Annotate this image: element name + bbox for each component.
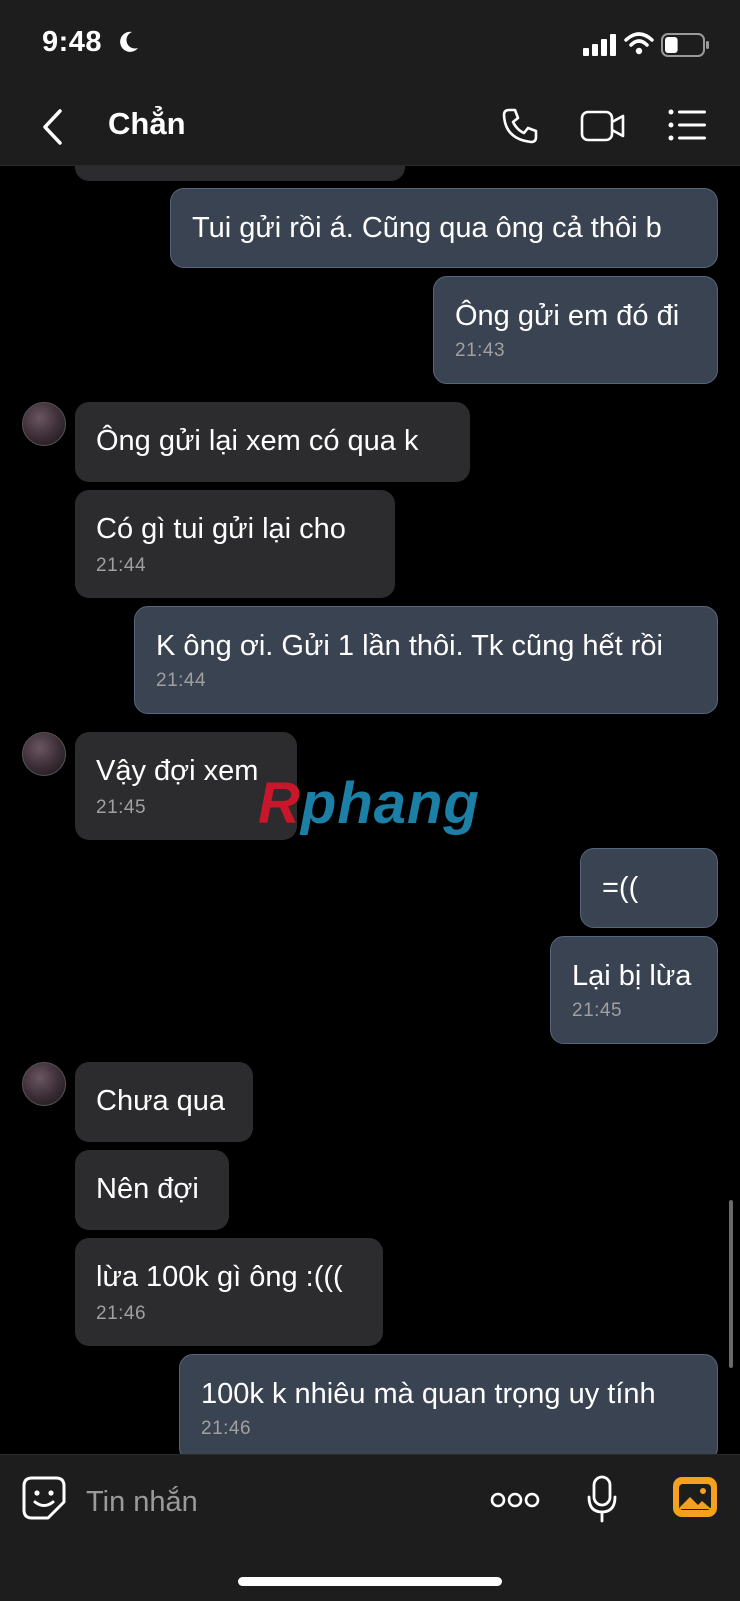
message-text: Ông gửi lại xem có qua k: [96, 425, 419, 457]
message-bubble-incoming[interactable]: Ông gửi lại xem có qua k: [75, 402, 470, 482]
message-text: lừa 100k gì ông :(((: [96, 1261, 343, 1293]
home-indicator[interactable]: [238, 1577, 502, 1586]
message-time: 21:46: [201, 1418, 252, 1439]
message-bubble-outgoing[interactable]: 100k k nhiêu mà quan trọng uy tính 21:46: [179, 1354, 718, 1454]
moon-icon: [118, 30, 140, 59]
watermark-logo: Rphang: [258, 771, 480, 836]
message-text: Tui gửi rồi á. Cũng qua ông cả thôi b: [192, 212, 662, 244]
message-composer: [0, 1454, 740, 1601]
microphone-icon[interactable]: [586, 1475, 618, 1528]
message-bubble-incoming[interactable]: lừa 100k gì ông :((( 21:46: [75, 1238, 383, 1346]
message-bubble-outgoing[interactable]: K ông ơi. Gửi 1 lần thôi. Tk cũng hết rồ…: [134, 606, 718, 714]
message-bubble-outgoing[interactable]: Tui gửi rồi á. Cũng qua ông cả thôi b: [170, 188, 718, 268]
message-bubble-outgoing[interactable]: =((: [580, 848, 718, 928]
message-text: 100k k nhiêu mà quan trọng uy tính: [201, 1378, 656, 1410]
message-text: Nên đợi: [96, 1173, 199, 1205]
contact-name[interactable]: Chẳn: [108, 106, 186, 142]
message-bubble-outgoing[interactable]: Ông gửi em đó đi 21:43: [433, 276, 718, 384]
message-text: Lại bị lừa: [572, 960, 692, 992]
scrollbar[interactable]: [729, 1200, 733, 1368]
photo-gallery-icon[interactable]: [672, 1475, 718, 1524]
message-text: =((: [602, 872, 639, 904]
message-input[interactable]: [84, 1477, 468, 1527]
more-dots-icon[interactable]: [490, 1491, 540, 1514]
message-text: K ông ơi. Gửi 1 lần thôi. Tk cũng hết rồ…: [156, 630, 663, 662]
message-text: Ông gửi em đó đi: [455, 300, 680, 332]
status-time: 9:48: [42, 26, 103, 58]
cellular-signal-icon: [583, 34, 617, 61]
message-time: 21:45: [96, 797, 147, 818]
message-time: 21:45: [572, 1000, 623, 1021]
message-text: Có gì tui gửi lại cho: [96, 513, 346, 545]
avatar[interactable]: [22, 732, 66, 776]
message-text: Vậy đợi xem: [96, 755, 259, 787]
avatar[interactable]: [22, 1062, 66, 1106]
message-time: 21:46: [96, 1303, 147, 1324]
message-bubble-incoming[interactable]: Nên đợi: [75, 1150, 229, 1230]
list-menu-icon[interactable]: [668, 108, 706, 147]
message-bubble-partial: [75, 166, 405, 181]
video-camera-icon[interactable]: [580, 106, 626, 151]
message-bubble-outgoing[interactable]: Lại bị lừa 21:45: [550, 936, 718, 1044]
message-bubble-incoming[interactable]: Chưa qua: [75, 1062, 253, 1142]
message-bubble-incoming[interactable]: Có gì tui gửi lại cho 21:44: [75, 490, 395, 598]
battery-icon: [661, 32, 711, 63]
avatar[interactable]: [22, 402, 66, 446]
message-time: 21:44: [156, 670, 207, 691]
phone-icon[interactable]: [500, 106, 540, 151]
sticker-icon[interactable]: [22, 1476, 66, 1525]
chat-header: Chẳn: [0, 90, 740, 166]
wifi-icon: [624, 31, 654, 60]
message-time: 21:43: [455, 340, 506, 361]
message-text: Chưa qua: [96, 1085, 226, 1117]
chevron-left-icon[interactable]: [40, 108, 64, 151]
message-time: 21:44: [96, 555, 147, 576]
status-bar: 9:48: [0, 0, 740, 90]
